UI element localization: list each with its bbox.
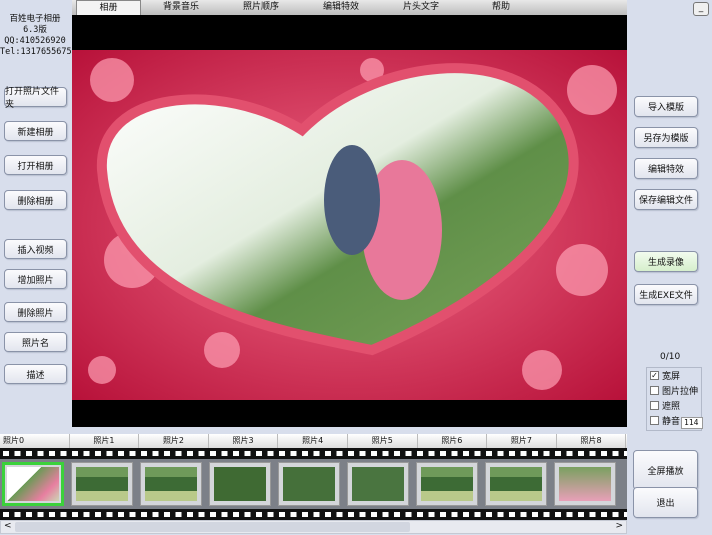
photo-thumbnail[interactable]: [140, 462, 202, 506]
scroll-left-arrow[interactable]: <: [4, 521, 12, 531]
scrollbar-thumb[interactable]: [15, 522, 410, 532]
option-label: 宽屏: [662, 372, 681, 382]
photo-thumbnail[interactable]: [416, 462, 478, 506]
new-album-button[interactable]: 新建相册: [4, 121, 67, 141]
delete-album-button[interactable]: 删除相册: [4, 190, 67, 210]
minimize-button[interactable]: _: [693, 2, 709, 16]
film-perforation: [0, 509, 627, 520]
photo-thumbnail[interactable]: [71, 462, 133, 506]
stretch-checkbox[interactable]: 图片拉伸: [647, 383, 701, 398]
delete-photo-button[interactable]: 删除照片: [4, 302, 67, 322]
photo-thumbnail[interactable]: [2, 462, 64, 506]
tab-title-text[interactable]: 片头文字: [381, 0, 461, 15]
option-label: 静音: [662, 417, 681, 427]
preview-stage: [72, 15, 627, 427]
photo-label: 照片1: [70, 434, 140, 448]
fullscreen-play-button[interactable]: 全屏播放: [633, 450, 698, 490]
photo-name-button[interactable]: 照片名: [4, 332, 67, 352]
film-perforation: [0, 448, 627, 459]
photo-thumbnail[interactable]: [209, 462, 271, 506]
horizontal-scrollbar[interactable]: < >: [0, 520, 627, 534]
option-label: 遮照: [662, 402, 681, 412]
photo-label: 照片6: [418, 434, 488, 448]
app-info: 百姓电子相册 6.3版 QQ:410526920 Tel:13176556753: [0, 14, 77, 58]
tab-bar: 相册 背景音乐 照片顺序 编辑特效 片头文字 帮助: [72, 0, 627, 15]
app-version: 6.3版: [23, 25, 47, 35]
photo-counter: 0/10: [660, 352, 681, 362]
photo-label: 照片2: [139, 434, 209, 448]
tab-help[interactable]: 帮助: [461, 0, 541, 15]
photo-label: 照片4: [278, 434, 348, 448]
photo-label: 照片5: [348, 434, 418, 448]
option-label: 图片拉伸: [662, 387, 699, 397]
tab-album[interactable]: 相册: [76, 0, 141, 15]
mask-checkbox[interactable]: 遮照: [647, 398, 701, 413]
tab-photo-order[interactable]: 照片顺序: [221, 0, 301, 15]
photo-label: 照片8: [557, 434, 627, 448]
save-as-template-button[interactable]: 另存为模版: [634, 127, 698, 148]
photo-thumbnail[interactable]: [278, 462, 340, 506]
insert-video-button[interactable]: 插入视频: [4, 239, 67, 259]
exit-button[interactable]: 退出: [633, 487, 698, 518]
open-photo-folder-button[interactable]: 打开照片文件夹: [4, 87, 67, 110]
import-template-button[interactable]: 导入模版: [634, 96, 698, 117]
photo-label: 照片0: [0, 434, 70, 448]
open-album-button[interactable]: 打开相册: [4, 155, 67, 175]
add-photo-button[interactable]: 增加照片: [4, 269, 67, 289]
checkbox-icon: [650, 401, 659, 410]
tab-effects[interactable]: 编辑特效: [301, 0, 381, 15]
generate-exe-button[interactable]: 生成EXE文件: [634, 284, 698, 305]
checkbox-icon: [650, 416, 659, 425]
description-button[interactable]: 描述: [4, 364, 67, 384]
photo-label: 照片7: [487, 434, 557, 448]
checkbox-icon: ✓: [650, 371, 659, 380]
qq-text: QQ:410526920: [4, 36, 66, 46]
photo-label: 照片3: [209, 434, 279, 448]
scroll-right-arrow[interactable]: >: [615, 521, 623, 531]
photo-thumbnail[interactable]: [485, 462, 547, 506]
thumbnail-row: [0, 459, 627, 509]
widescreen-checkbox[interactable]: ✓ 宽屏: [647, 368, 701, 383]
checkbox-icon: [650, 386, 659, 395]
tel-text: Tel:13176556753: [0, 47, 77, 57]
photo-thumbnail[interactable]: [347, 462, 409, 506]
film-strip: 照片0 照片1 照片2 照片3 照片4 照片5 照片6 照片7 照片8 < >: [0, 434, 627, 534]
save-edit-file-button[interactable]: 保存编辑文件: [634, 189, 698, 210]
photo-labels: 照片0 照片1 照片2 照片3 照片4 照片5 照片6 照片7 照片8: [0, 434, 627, 448]
generate-video-button[interactable]: 生成录像: [634, 251, 698, 272]
preview-image: [72, 50, 627, 400]
photo-thumbnail[interactable]: [554, 462, 616, 506]
app-name: 百姓电子相册: [9, 14, 61, 24]
volume-input[interactable]: 114: [681, 417, 703, 429]
edit-effects-button[interactable]: 编辑特效: [634, 158, 698, 179]
tab-music[interactable]: 背景音乐: [141, 0, 221, 15]
